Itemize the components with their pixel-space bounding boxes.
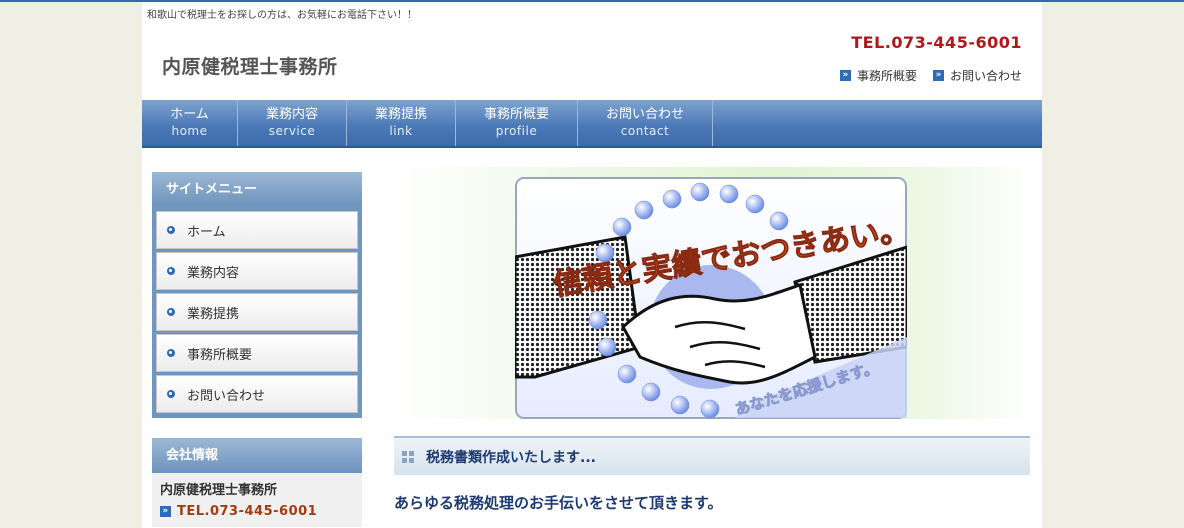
bullet-icon xyxy=(167,308,175,316)
nav-item-link[interactable]: 業務提携 link xyxy=(347,100,456,146)
nav-label-en: contact xyxy=(620,124,670,138)
header-tel: TEL.073-445-6001 xyxy=(851,33,1022,52)
nav-label-en: link xyxy=(389,124,413,138)
nav-label-ja: 業務内容 xyxy=(265,107,318,122)
sidebar-menu: ホーム 業務内容 業務提携 事務所概要 お問い合わせ xyxy=(152,206,362,418)
header-link-label: お問い合わせ xyxy=(949,69,1022,83)
nav-label-ja: 事務所概要 xyxy=(483,107,549,122)
sidebar-item-service[interactable]: 業務内容 xyxy=(156,252,358,290)
double-arrow-icon: » xyxy=(839,70,851,81)
sidebar-item-label: 事務所概要 xyxy=(187,347,253,363)
nav-item-profile[interactable]: 事務所概要 profile xyxy=(456,100,578,146)
nav-label-ja: 業務提携 xyxy=(374,107,427,122)
site-name[interactable]: 内原健税理士事務所 xyxy=(162,52,338,79)
lead-text: あらゆる税務処理のお手伝いをさせて頂きます。 xyxy=(394,494,723,512)
header-link-profile[interactable]: » 事務所概要 xyxy=(839,67,917,84)
nav-label-en: home xyxy=(171,124,208,138)
hero-banner: 信頼と実績でおつきあい。 あなたを応援します。 xyxy=(394,167,1030,419)
double-arrow-icon: » xyxy=(932,70,944,81)
sidebar-item-label: 業務内容 xyxy=(187,265,240,281)
sidebar-item-label: お問い合わせ xyxy=(187,388,266,404)
sidebar: サイトメニュー ホーム 業務内容 業務提携 事務所概要 お問い合わせ 会社情報 … xyxy=(152,172,362,527)
nav-label-en: service xyxy=(268,124,316,138)
bullet-icon xyxy=(167,226,175,234)
double-arrow-icon: » xyxy=(160,506,171,517)
nav-label-ja: お問い合わせ xyxy=(605,107,684,122)
header-links: » 事務所概要 » お問い合わせ xyxy=(839,67,1022,84)
company-name: 内原健税理士事務所 xyxy=(160,483,278,498)
bullet-icon xyxy=(167,349,175,357)
nav-label-ja: ホーム xyxy=(170,107,209,122)
sidebar-item-home[interactable]: ホーム xyxy=(156,211,358,249)
global-nav: ホーム home 業務内容 service 業務提携 link 事務所概要 pr… xyxy=(142,100,1042,148)
sidebar-menu-title: サイトメニュー xyxy=(152,172,362,206)
section-title: 税務書類作成いたします... xyxy=(426,449,596,466)
header-tagline: 和歌山で税理士をお探しの方は、お気軽にお電話下さい！！ xyxy=(147,10,417,21)
bullet-icon xyxy=(167,267,175,275)
sidebar-item-label: 業務提携 xyxy=(187,306,240,322)
section-header: 税務書類作成いたします... xyxy=(394,436,1030,475)
sidebar-item-contact[interactable]: お問い合わせ xyxy=(156,375,358,413)
page-container: 和歌山で税理士をお探しの方は、お気軽にお電話下さい！！ 内原健税理士事務所 TE… xyxy=(142,2,1042,528)
company-info-title: 会社情報 xyxy=(152,438,362,473)
nav-label-en: profile xyxy=(495,124,538,138)
header-link-label: 事務所概要 xyxy=(856,69,917,83)
bullet-icon xyxy=(167,390,175,398)
sidebar-item-link[interactable]: 業務提携 xyxy=(156,293,358,331)
nav-item-contact[interactable]: お問い合わせ contact xyxy=(578,100,713,146)
sidebar-item-profile[interactable]: 事務所概要 xyxy=(156,334,358,372)
grid-icon xyxy=(402,450,414,463)
handshake-illustration: 信頼と実績でおつきあい。 あなたを応援します。 xyxy=(515,177,907,419)
sidebar-item-label: ホーム xyxy=(187,224,226,240)
nav-item-service[interactable]: 業務内容 service xyxy=(238,100,347,146)
company-tel-row: » TEL.073-445-6001 xyxy=(160,504,354,519)
company-tel: TEL.073-445-6001 xyxy=(177,504,318,519)
company-info: 内原健税理士事務所 » TEL.073-445-6001 xyxy=(152,473,362,527)
header-link-contact[interactable]: » お問い合わせ xyxy=(932,67,1022,84)
nav-item-home[interactable]: ホーム home xyxy=(142,100,238,146)
